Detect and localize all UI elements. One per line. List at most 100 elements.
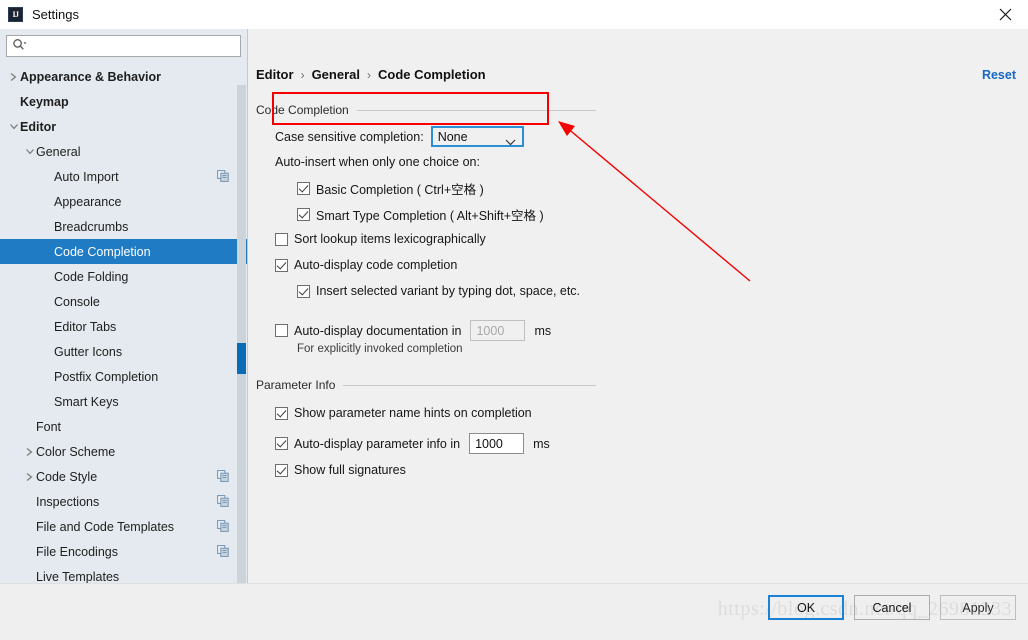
breadcrumb-item-general[interactable]: General [312, 67, 360, 82]
sidebar-item-label: File Encodings [36, 544, 118, 559]
auto-display-documentation-label: Auto-display documentation in [294, 323, 462, 338]
reset-link[interactable]: Reset [982, 68, 1016, 82]
apply-button[interactable]: Apply [940, 595, 1016, 620]
copy-settings-icon[interactable] [217, 470, 229, 485]
copy-settings-icon[interactable] [217, 170, 229, 185]
show-parameter-hints-row[interactable]: Show parameter name hints on completion [275, 406, 532, 420]
sort-lookup-label: Sort lookup items lexicographically [294, 232, 486, 246]
sidebar-item-label: Code Folding [54, 269, 129, 284]
smart-type-completion-label: Smart Type Completion ( Alt+Shift+空格 ) [316, 209, 544, 223]
copy-settings-icon[interactable] [217, 520, 229, 535]
settings-tree: Appearance & Behavior Keymap Editor General… [0, 64, 247, 602]
window-title-bar: IJ Settings [0, 0, 1028, 29]
sidebar-item-editor-tabs[interactable]: Editor Tabs [0, 314, 247, 339]
sidebar-item-label: Postfix Completion [54, 369, 159, 384]
breadcrumb-item-editor[interactable]: Editor [256, 67, 294, 82]
sidebar-item-label: Console [54, 294, 100, 309]
sidebar-item-font[interactable]: Font [0, 414, 247, 439]
show-full-signatures-row[interactable]: Show full signatures [275, 463, 406, 477]
search-input[interactable] [29, 37, 240, 55]
close-button[interactable] [982, 0, 1028, 29]
sidebar-item-file-and-code-templates[interactable]: File and Code Templates [0, 514, 247, 539]
sidebar-item-label: Color Scheme [36, 444, 116, 459]
auto-display-parameter-info-checkbox[interactable] [275, 437, 288, 450]
auto-display-documentation-checkbox[interactable] [275, 324, 288, 337]
show-full-signatures-checkbox[interactable] [275, 463, 288, 477]
close-icon [999, 8, 1011, 21]
sidebar-item-label: Breadcrumbs [54, 219, 129, 234]
chevron-down-icon[interactable] [7, 122, 20, 131]
auto-display-documentation-row[interactable]: Auto-display documentation in 1000 ms [275, 320, 551, 341]
settings-panel: Editor › General › Code Completion Reset… [248, 29, 1028, 612]
section-title-parameter-info: Parameter Info [256, 378, 336, 392]
chevron-right-icon[interactable] [23, 472, 36, 482]
sidebar-item-postfix-completion[interactable]: Postfix Completion [0, 364, 247, 389]
ok-button[interactable]: OK [768, 595, 844, 620]
sidebar-item-inspections[interactable]: Inspections [0, 489, 247, 514]
auto-display-code-completion-checkbox[interactable] [275, 258, 288, 272]
dialog-footer: https://blog.csdn.net/qq_26981333 OK Can… [0, 583, 1028, 640]
sidebar-item-label: Appearance & Behavior [20, 69, 162, 84]
search-box[interactable] [6, 35, 241, 57]
auto-display-documentation-unit: ms [534, 323, 552, 338]
auto-display-code-completion-row[interactable]: Auto-display code completion [275, 258, 457, 272]
sidebar-item-label: Gutter Icons [54, 344, 123, 359]
sidebar-item-appearance-behavior[interactable]: Appearance & Behavior [0, 64, 247, 89]
sidebar-item-code-completion[interactable]: Code Completion [0, 239, 247, 264]
sidebar-item-gutter-icons[interactable]: Gutter Icons [0, 339, 247, 364]
auto-display-code-completion-label: Auto-display code completion [294, 258, 458, 272]
sidebar-scrollbar-track[interactable] [237, 85, 246, 585]
auto-display-parameter-info-row[interactable]: Auto-display parameter info in 1000 ms [275, 433, 550, 454]
insert-variant-checkbox[interactable] [297, 284, 310, 298]
sidebar-item-appearance[interactable]: Appearance [0, 189, 247, 214]
case-sensitive-completion-value: None [437, 129, 468, 144]
copy-settings-icon[interactable] [217, 495, 229, 510]
auto-display-parameter-info-input[interactable]: 1000 [469, 433, 525, 454]
sidebar-item-smart-keys[interactable]: Smart Keys [0, 389, 247, 414]
sidebar-item-code-folding[interactable]: Code Folding [0, 264, 247, 289]
basic-completion-row[interactable]: Basic Completion ( Ctrl+空格 ) [297, 179, 484, 198]
sidebar-item-color-scheme[interactable]: Color Scheme [0, 439, 247, 464]
case-sensitive-completion-select[interactable]: None [430, 126, 524, 147]
window-title: Settings [32, 7, 79, 22]
dialog-button-row: OK Cancel Apply [768, 595, 1016, 620]
sidebar-item-console[interactable]: Console [0, 289, 247, 314]
show-parameter-hints-checkbox[interactable] [275, 406, 288, 420]
insert-variant-row[interactable]: Insert selected variant by typing dot, s… [297, 284, 580, 298]
sort-lookup-checkbox[interactable] [275, 232, 288, 246]
sidebar-item-breadcrumbs[interactable]: Breadcrumbs [0, 214, 247, 239]
sidebar-item-auto-import[interactable]: Auto Import [0, 164, 247, 189]
auto-insert-label-row: Auto-insert when only one choice on: [275, 155, 480, 169]
sidebar-item-keymap[interactable]: Keymap [0, 89, 247, 114]
sort-lookup-row[interactable]: Sort lookup items lexicographically [275, 232, 486, 246]
sidebar-item-label: Appearance [54, 194, 122, 209]
smart-type-completion-row[interactable]: Smart Type Completion ( Alt+Shift+空格 ) [297, 205, 544, 224]
sidebar-item-editor[interactable]: Editor [0, 114, 247, 139]
sidebar-item-label: Code Completion [54, 244, 151, 259]
chevron-right-icon[interactable] [7, 72, 20, 82]
auto-display-parameter-info-label: Auto-display parameter info in [294, 436, 461, 451]
breadcrumb: Editor › General › Code Completion [256, 67, 486, 82]
sidebar-item-label: Auto Import [54, 169, 119, 184]
show-parameter-hints-label: Show parameter name hints on completion [294, 406, 532, 420]
sidebar-item-general[interactable]: General [0, 139, 247, 164]
cancel-button[interactable]: Cancel [854, 595, 930, 620]
sidebar-scrollbar-thumb[interactable] [237, 343, 246, 374]
case-sensitive-completion-label: Case sensitive completion: [275, 129, 424, 144]
auto-display-documentation-input[interactable]: 1000 [470, 320, 526, 341]
show-full-signatures-label: Show full signatures [294, 463, 406, 477]
chevron-right-icon[interactable] [23, 447, 36, 457]
sidebar-item-label: General [36, 144, 81, 159]
breadcrumb-separator-icon: › [366, 67, 371, 82]
chevron-down-icon[interactable] [23, 147, 36, 156]
breadcrumb-item-code-completion: Code Completion [377, 67, 486, 82]
smart-type-completion-checkbox[interactable] [297, 208, 310, 221]
sidebar-item-code-style[interactable]: Code Style [0, 464, 247, 489]
search-row [0, 29, 247, 57]
basic-completion-checkbox[interactable] [297, 182, 310, 195]
section-divider [343, 384, 596, 386]
sidebar-item-file-encodings[interactable]: File Encodings [0, 539, 247, 564]
auto-display-parameter-info-unit: ms [533, 436, 550, 451]
copy-settings-icon[interactable] [217, 545, 229, 560]
basic-completion-label: Basic Completion ( Ctrl+空格 ) [316, 183, 484, 197]
